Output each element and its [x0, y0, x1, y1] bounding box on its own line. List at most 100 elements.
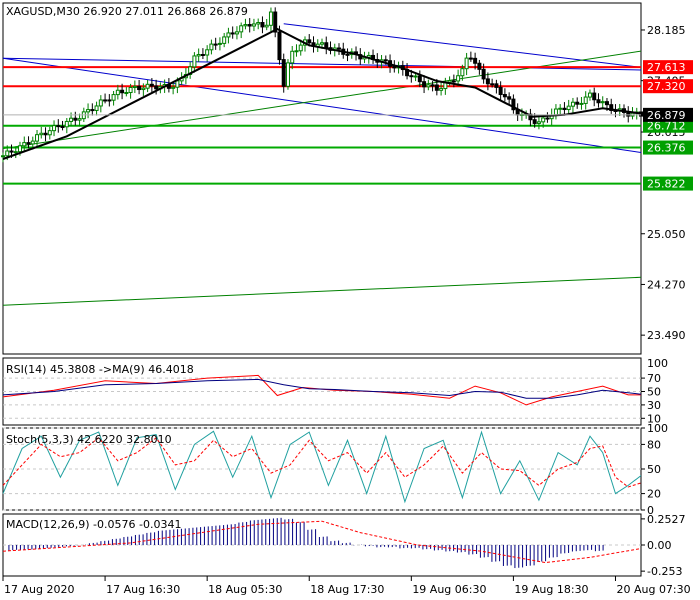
- candle-body: [541, 117, 546, 123]
- candle-body: [285, 62, 290, 87]
- candle-body: [222, 36, 227, 44]
- candle-body: [103, 99, 108, 102]
- candle-body: [604, 101, 609, 106]
- x-tick-label: 17 Aug 16:30: [106, 583, 180, 596]
- candle-body: [498, 86, 503, 96]
- ohlc-close: 26.879: [209, 5, 248, 18]
- candle-body: [562, 107, 567, 111]
- candle-body: [626, 111, 631, 117]
- candle-body: [490, 83, 495, 86]
- candle-body: [268, 11, 273, 26]
- candle-body: [473, 57, 478, 64]
- candle-body: [583, 96, 588, 104]
- y-tick-label: 23.490: [647, 329, 686, 342]
- price-pane-title: XAGUSD,M30 26.920 27.011 26.868 26.879: [6, 5, 248, 18]
- candle-body: [536, 121, 541, 124]
- candle-body: [532, 119, 537, 124]
- x-tick-label: 18 Aug 05:30: [208, 583, 282, 596]
- candle-body: [260, 22, 265, 28]
- y-tick-label: 28.185: [647, 24, 686, 37]
- macd-pane-title: MACD(12,26,9) -0.0576 -0.0341: [6, 518, 181, 531]
- candle-body: [9, 150, 14, 153]
- candle-body: [320, 42, 324, 45]
- candle-body: [566, 105, 571, 111]
- candle-body: [1, 155, 5, 158]
- candle-body: [337, 47, 342, 50]
- candle-body: [247, 24, 252, 27]
- candle-body: [132, 85, 137, 88]
- candle-body: [47, 130, 52, 136]
- ohlc-high: 27.011: [125, 5, 164, 18]
- candle-body: [600, 101, 605, 104]
- y-tick-label: 50: [647, 386, 661, 399]
- resistance-tag: 27.320: [647, 80, 686, 93]
- candle-body: [324, 42, 329, 49]
- candle-body: [200, 53, 205, 56]
- candle-body: [456, 75, 461, 82]
- y-tick-label: 25.050: [647, 228, 686, 241]
- candle-body: [468, 57, 473, 60]
- candle-body: [77, 118, 82, 121]
- y-tick-label: -0.253: [647, 565, 682, 578]
- candle-body: [422, 81, 427, 88]
- candle-body: [94, 105, 99, 111]
- ohlc-open: 26.920: [83, 5, 122, 18]
- rsi-pane-title: RSI(14) 45.3808 ->MA(9) 46.4018: [6, 363, 194, 376]
- candle-body: [345, 53, 350, 56]
- candle-body: [128, 86, 133, 94]
- candle-body: [256, 22, 261, 25]
- candle-body: [439, 88, 444, 91]
- candle-body: [69, 117, 74, 122]
- y-tick-label: 24.270: [647, 278, 686, 291]
- candle-body: [60, 125, 65, 128]
- candle-body: [115, 89, 120, 96]
- candle-body: [26, 142, 31, 145]
- candle-body: [13, 151, 18, 154]
- candle-body: [587, 92, 592, 98]
- candle-body: [277, 31, 282, 61]
- candle-body: [18, 145, 23, 153]
- y-tick-label: 0.2527: [647, 513, 686, 526]
- y-tick-label: 30: [647, 399, 661, 412]
- candle-body: [417, 75, 422, 83]
- candle-body: [22, 142, 27, 147]
- y-tick-label: 70: [647, 372, 661, 385]
- candle-body: [494, 83, 499, 88]
- candle-body: [485, 78, 490, 85]
- current-price-tag: 26.879: [647, 109, 686, 122]
- support-tag: 26.376: [647, 142, 686, 155]
- resistance-tag: 27.613: [647, 61, 686, 74]
- y-tick-label: 0.00: [647, 539, 672, 552]
- candle-body: [154, 85, 159, 90]
- y-tick-label: 100: [647, 422, 668, 435]
- support-tag: 25.822: [647, 178, 686, 191]
- ohlc-low: 26.868: [167, 5, 206, 18]
- candle-body: [149, 83, 154, 87]
- candle-body: [226, 32, 231, 38]
- candle-body: [43, 132, 48, 136]
- candle-body: [298, 44, 303, 52]
- candle-body: [137, 85, 142, 91]
- candle-body: [579, 102, 584, 105]
- candle-body: [52, 125, 57, 132]
- candle-body: [175, 80, 180, 88]
- candle-body: [141, 87, 146, 91]
- candle-body: [124, 92, 129, 95]
- candle-body: [477, 62, 482, 70]
- forex-chart[interactable]: 28.18527.40526.61525.05024.27023.49026.7…: [0, 0, 700, 600]
- candle-body: [558, 107, 563, 110]
- x-tick-label: 17 Aug 2020: [4, 583, 74, 596]
- candle-body: [451, 80, 456, 83]
- candle-body: [205, 49, 210, 56]
- candle-body: [307, 39, 312, 44]
- candle-body: [507, 96, 512, 100]
- candle-body: [481, 68, 486, 80]
- candle-body: [209, 43, 214, 51]
- candle-body: [430, 84, 435, 87]
- candle-body: [234, 31, 239, 35]
- y-tick-label: 80: [647, 438, 661, 451]
- candle-body: [30, 140, 35, 145]
- x-tick-label: 19 Aug 06:30: [412, 583, 486, 596]
- candle-body: [460, 68, 465, 77]
- candle-body: [426, 84, 431, 88]
